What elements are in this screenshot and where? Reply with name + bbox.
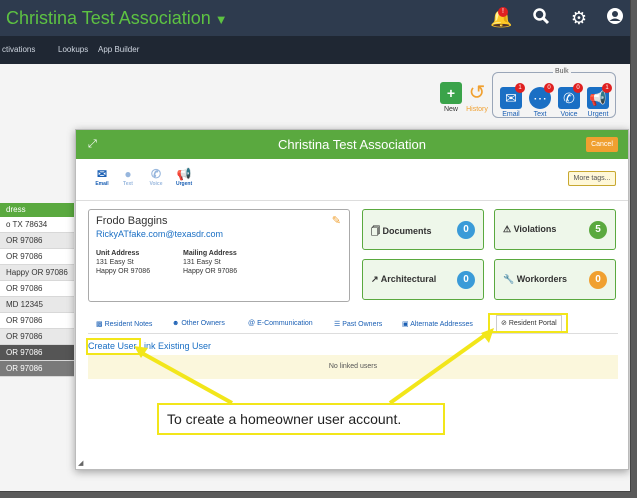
arrow-to-create-user	[139, 350, 233, 405]
arrow-to-resident-portal	[388, 331, 490, 405]
app-window: Christina Test Association ▼ 🔔! ⚙ ctivati…	[0, 0, 631, 492]
instruction-callout: To create a homeowner user account.	[157, 403, 445, 435]
